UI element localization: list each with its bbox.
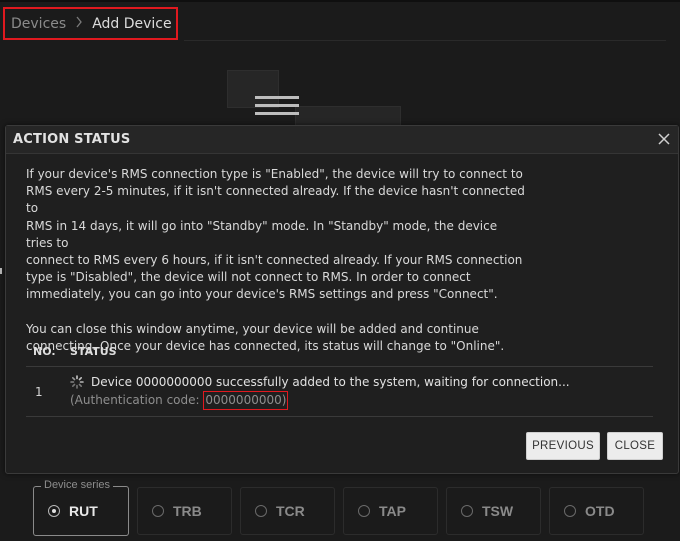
radio-checked-icon <box>48 505 60 517</box>
status-table: NO. STATUS 1 Device 0000000000 successfu… <box>26 336 653 417</box>
spinner-icon <box>70 375 84 389</box>
radio-icon <box>358 505 370 517</box>
modal-header: ACTION STATUS <box>6 126 678 154</box>
series-option-tap[interactable]: TAP <box>343 487 438 535</box>
series-option-label: TCR <box>276 503 305 519</box>
auth-code-line: (Authentication code: 0000000000) <box>70 390 653 410</box>
row-status: Device 0000000000 successfully added to … <box>70 374 653 410</box>
page: Devices Add Device ACTION STATUS If your… <box>0 0 680 541</box>
action-status-modal: ACTION STATUS If your device's RMS conne… <box>5 125 679 474</box>
rms-info-paragraph: If your device's RMS connection type is … <box>26 167 525 302</box>
status-message: Device 0000000000 successfully added to … <box>91 374 570 389</box>
table-header: NO. STATUS <box>26 336 653 367</box>
series-option-label: RUT <box>69 503 98 519</box>
radio-icon <box>255 505 267 517</box>
edge-mark <box>0 268 2 274</box>
series-option-label: TAP <box>379 503 406 519</box>
column-header-no: NO. <box>33 344 56 358</box>
series-option-tsw[interactable]: TSW <box>446 487 541 535</box>
breadcrumb-chevron-icon <box>75 16 83 32</box>
breadcrumb: Devices Add Device <box>3 7 178 40</box>
previous-button[interactable]: PREVIOUS <box>526 432 600 460</box>
series-option-label: TSW <box>482 503 514 519</box>
breadcrumb-current: Add Device <box>92 15 172 32</box>
auth-code-label: (Authentication code: <box>70 392 204 407</box>
breadcrumb-devices-link[interactable]: Devices <box>11 16 66 32</box>
radio-icon <box>152 505 164 517</box>
header-divider <box>184 40 666 41</box>
close-icon[interactable] <box>654 129 674 149</box>
table-row: 1 Device 0000000000 successfully added t… <box>26 367 653 417</box>
top-border <box>0 0 680 2</box>
radio-icon <box>461 505 473 517</box>
radio-icon <box>564 505 576 517</box>
auth-code-value: 0000000000) <box>203 390 289 410</box>
close-button[interactable]: CLOSE <box>607 432 663 460</box>
modal-body: If your device's RMS connection type is … <box>26 166 526 355</box>
series-option-trb[interactable]: TRB <box>137 487 232 535</box>
modal-title: ACTION STATUS <box>13 132 131 147</box>
status-message-line: Device 0000000000 successfully added to … <box>70 374 653 391</box>
menu-lines-icon <box>255 96 299 120</box>
series-option-rut[interactable]: RUT <box>34 487 129 535</box>
series-option-label: OTD <box>585 503 615 519</box>
row-number: 1 <box>35 384 43 399</box>
series-option-label: TRB <box>173 503 202 519</box>
column-header-status: STATUS <box>70 344 117 358</box>
series-option-tcr[interactable]: TCR <box>240 487 335 535</box>
series-option-otd[interactable]: OTD <box>549 487 644 535</box>
background-illustration <box>225 68 405 132</box>
